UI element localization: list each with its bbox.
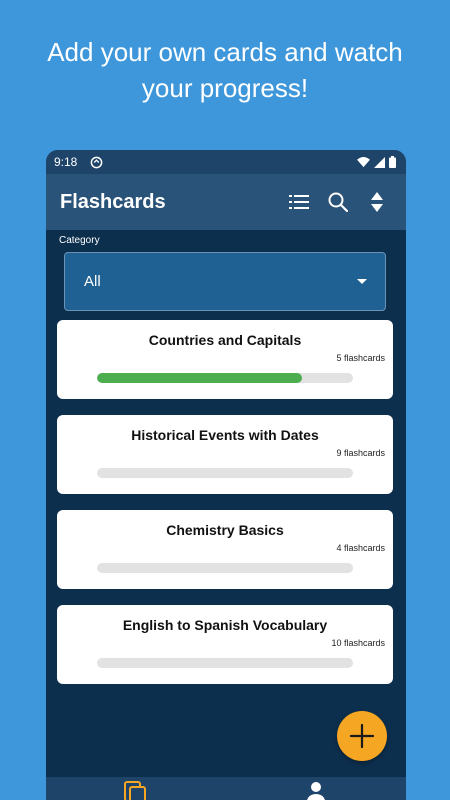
signal-icon <box>374 156 385 168</box>
deck-progress-bar <box>97 373 353 383</box>
deck-card[interactable]: Historical Events with Dates 9 flashcards <box>57 415 393 494</box>
category-selected-value: All <box>84 273 101 290</box>
deck-count: 4 flashcards <box>336 543 385 553</box>
promo-line-2: your progress! <box>141 73 309 103</box>
phone-screen: 9:18 Flashcards Category All Countries a… <box>46 150 406 800</box>
deck-name: Historical Events with Dates <box>131 427 319 443</box>
status-bar: 9:18 <box>46 150 406 174</box>
category-dropdown[interactable]: All <box>64 252 386 311</box>
bottom-navigation <box>46 777 406 800</box>
add-deck-button[interactable] <box>337 711 387 761</box>
deck-count: 10 flashcards <box>331 638 385 648</box>
deck-list: Countries and Capitals 5 flashcards Histor… <box>57 320 393 700</box>
deck-count: 5 flashcards <box>336 353 385 363</box>
sort-icon[interactable] <box>362 187 392 217</box>
deck-progress-bar <box>97 468 353 478</box>
promo-headline: Add your own cards and watch your progre… <box>0 34 450 106</box>
search-icon[interactable] <box>323 187 353 217</box>
nav-item-cards[interactable] <box>46 777 226 800</box>
chevron-down-icon <box>357 279 367 284</box>
sync-icon <box>90 156 103 169</box>
list-icon[interactable] <box>284 187 314 217</box>
deck-card[interactable]: Countries and Capitals 5 flashcards <box>57 320 393 399</box>
battery-icon <box>389 156 396 168</box>
wifi-icon <box>357 156 370 168</box>
app-title: Flashcards <box>60 190 166 213</box>
deck-name: Countries and Capitals <box>148 332 302 348</box>
promo-line-1: Add your own cards and watch <box>47 37 403 67</box>
nav-item-profile[interactable] <box>226 777 406 800</box>
deck-progress-fill <box>97 373 302 383</box>
deck-progress-bar <box>97 563 353 573</box>
plus-icon <box>349 723 375 749</box>
deck-count: 9 flashcards <box>336 448 385 458</box>
category-label: Category <box>59 235 100 246</box>
deck-card[interactable]: English to Spanish Vocabulary 10 flashcar… <box>57 605 393 684</box>
cards-icon <box>124 781 146 800</box>
deck-name: English to Spanish Vocabulary <box>122 617 328 633</box>
profile-icon <box>307 782 325 800</box>
app-bar: Flashcards <box>46 174 406 230</box>
deck-name: Chemistry Basics <box>166 522 284 538</box>
deck-card[interactable]: Chemistry Basics 4 flashcards <box>57 510 393 589</box>
status-time: 9:18 <box>54 155 78 169</box>
deck-progress-bar <box>97 658 353 668</box>
